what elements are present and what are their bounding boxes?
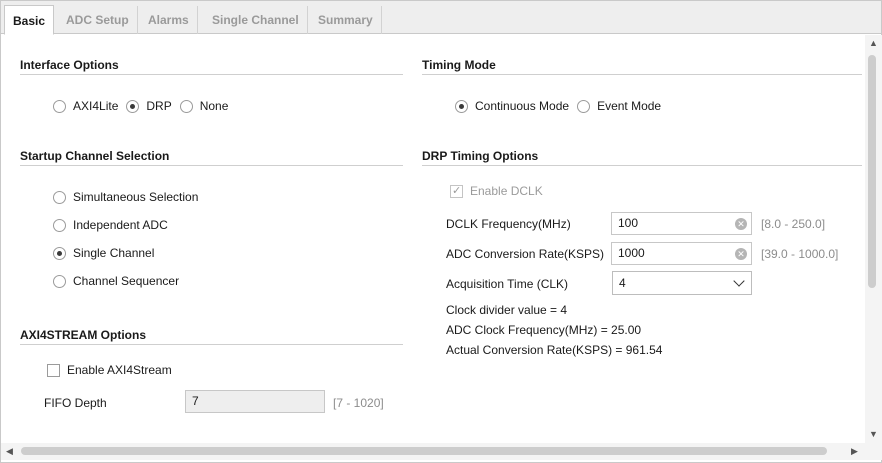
- radio-drp[interactable]: DRP: [126, 99, 172, 113]
- radio-label: Continuous Mode: [475, 99, 570, 113]
- tab-adc-setup[interactable]: ADC Setup: [58, 6, 138, 34]
- radio-button[interactable]: [53, 99, 66, 113]
- radio-label: Single Channel: [73, 246, 155, 260]
- horizontal-scrollbar[interactable]: ◀ ▶: [1, 443, 865, 460]
- radio-button-selected[interactable]: [455, 99, 468, 113]
- scroll-down-icon[interactable]: ▼: [869, 429, 878, 439]
- adc-conversion-rate-input[interactable]: 1000 ✕: [611, 242, 752, 265]
- fifo-depth-label: FIFO Depth: [44, 396, 107, 410]
- enable-dclk-checkbox-row[interactable]: ✓ Enable DCLK: [450, 184, 543, 198]
- scroll-up-icon[interactable]: ▲: [869, 38, 878, 48]
- radio-button-selected[interactable]: [53, 246, 66, 260]
- fifo-depth-range: [7 - 1020]: [333, 396, 384, 410]
- radio-label: DRP: [146, 99, 172, 113]
- section-divider: [422, 74, 862, 75]
- section-divider: [20, 165, 403, 166]
- enable-dclk-label: Enable DCLK: [470, 184, 543, 198]
- radio-label: Independent ADC: [73, 218, 168, 232]
- radio-label: Channel Sequencer: [73, 274, 180, 288]
- adc-conversion-rate-value: 1000: [618, 246, 645, 260]
- adc-conversion-rate-range: [39.0 - 1000.0]: [761, 247, 839, 261]
- fifo-depth-input[interactable]: 7: [185, 390, 325, 413]
- radio-button[interactable]: [577, 99, 591, 113]
- tab-summary[interactable]: Summary: [310, 6, 382, 34]
- tab-bar: Basic ADC Setup Alarms Single Channel Su…: [1, 1, 881, 35]
- actual-conversion-rate-text: Actual Conversion Rate(KSPS) = 961.54: [446, 343, 663, 357]
- enable-axi4stream-checkbox[interactable]: [47, 363, 60, 377]
- timing-mode-title: Timing Mode: [422, 58, 496, 72]
- radio-event-mode[interactable]: Event Mode: [577, 99, 661, 113]
- radio-channel-sequencer[interactable]: Channel Sequencer: [53, 274, 179, 288]
- acquisition-time-label: Acquisition Time (CLK): [446, 277, 569, 291]
- enable-axi4stream-checkbox-row[interactable]: Enable AXI4Stream: [47, 363, 172, 377]
- adc-clock-frequency-text: ADC Clock Frequency(MHz) = 25.00: [446, 323, 642, 337]
- enable-dclk-checkbox[interactable]: ✓: [450, 184, 463, 198]
- dclk-frequency-input[interactable]: 100 ✕: [611, 212, 752, 235]
- radio-none[interactable]: None: [179, 99, 229, 113]
- radio-button-selected[interactable]: [126, 99, 140, 113]
- drp-timing-title: DRP Timing Options: [422, 149, 539, 163]
- timing-mode-radio-group: Continuous Mode Event Mode: [455, 99, 669, 113]
- section-divider: [20, 344, 403, 345]
- vertical-scrollbar[interactable]: ▲ ▼: [865, 35, 882, 443]
- acquisition-time-value: 4: [619, 276, 626, 290]
- tab-single-channel[interactable]: Single Channel: [204, 6, 308, 34]
- radio-simultaneous-selection[interactable]: Simultaneous Selection: [53, 190, 198, 204]
- axi4stream-options-title: AXI4STREAM Options: [20, 328, 147, 342]
- radio-button[interactable]: [53, 190, 66, 204]
- vertical-scroll-thumb[interactable]: [868, 55, 876, 288]
- interface-options-title: Interface Options: [20, 58, 119, 72]
- adc-conversion-rate-label: ADC Conversion Rate(KSPS): [446, 247, 605, 261]
- dclk-frequency-range: [8.0 - 250.0]: [761, 217, 826, 231]
- radio-button[interactable]: [53, 218, 66, 232]
- tab-content: Interface Options AXI4Lite DRP None Timi…: [1, 35, 865, 443]
- scroll-right-icon[interactable]: ▶: [851, 446, 858, 456]
- tab-alarms[interactable]: Alarms: [140, 6, 198, 34]
- startup-channel-title: Startup Channel Selection: [20, 149, 170, 163]
- enable-axi4stream-label: Enable AXI4Stream: [67, 363, 172, 377]
- radio-button[interactable]: [179, 99, 193, 113]
- acquisition-time-select[interactable]: 4: [612, 271, 752, 295]
- dclk-frequency-label: DCLK Frequency(MHz): [446, 217, 571, 231]
- radio-label: Event Mode: [597, 99, 662, 113]
- section-divider: [422, 165, 862, 166]
- chevron-down-icon[interactable]: [733, 275, 745, 287]
- radio-label: Simultaneous Selection: [73, 190, 199, 204]
- clock-divider-text: Clock divider value = 4: [446, 303, 568, 317]
- radio-button[interactable]: [53, 274, 66, 288]
- dclk-frequency-value: 100: [618, 216, 639, 230]
- clear-icon[interactable]: ✕: [735, 248, 747, 260]
- ip-configuration-panel: Basic ADC Setup Alarms Single Channel Su…: [0, 0, 882, 463]
- tab-basic[interactable]: Basic: [4, 5, 55, 35]
- interface-options-radio-group: AXI4Lite DRP None: [53, 99, 236, 113]
- radio-independent-adc[interactable]: Independent ADC: [53, 218, 168, 232]
- radio-axi4lite[interactable]: AXI4Lite: [53, 99, 118, 113]
- radio-label: None: [199, 99, 229, 113]
- scrollbar-corner: [865, 443, 882, 460]
- fifo-depth-value: 7: [192, 394, 199, 408]
- clear-icon[interactable]: ✕: [735, 218, 747, 230]
- horizontal-scroll-thumb[interactable]: [21, 447, 827, 455]
- radio-label: AXI4Lite: [73, 99, 119, 113]
- scroll-left-icon[interactable]: ◀: [6, 446, 13, 456]
- radio-continuous-mode[interactable]: Continuous Mode: [455, 99, 569, 113]
- section-divider: [20, 74, 403, 75]
- checkmark-icon: ✓: [452, 184, 462, 197]
- radio-single-channel[interactable]: Single Channel: [53, 246, 154, 260]
